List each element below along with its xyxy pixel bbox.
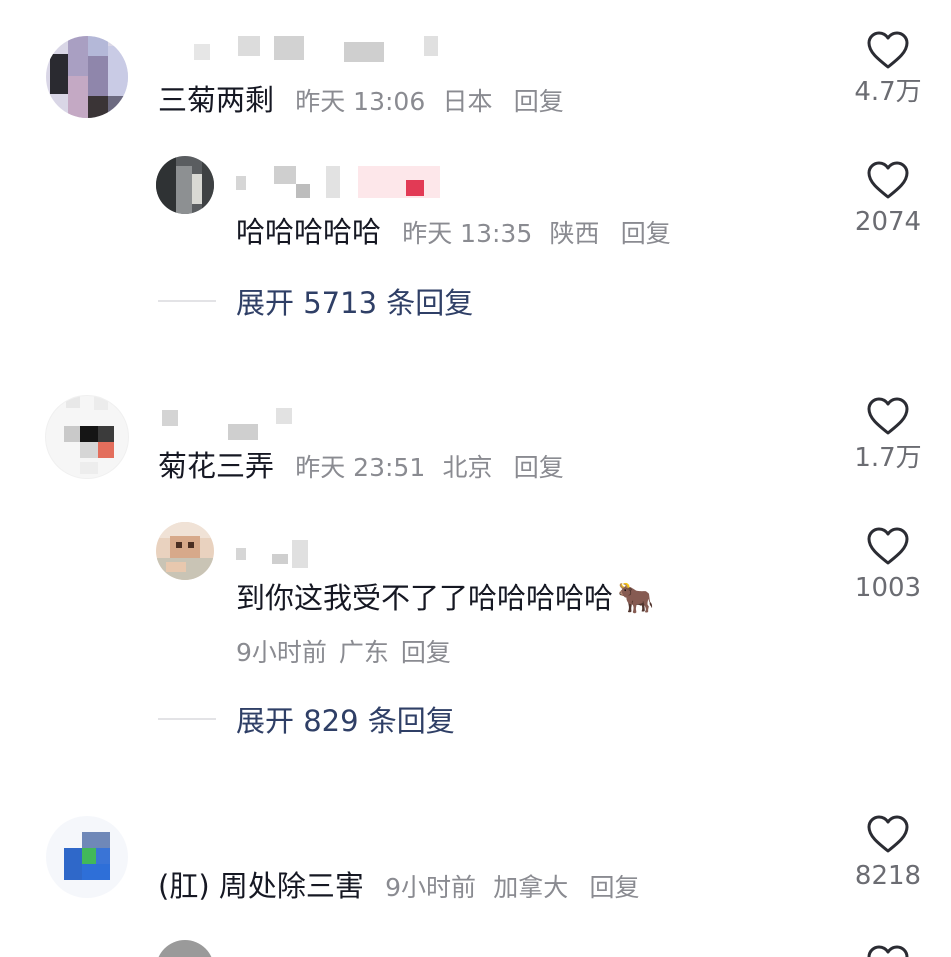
comment-location: 北京 — [442, 453, 493, 482]
avatar[interactable] — [156, 156, 214, 214]
comment-text-line[interactable]: 三菊两剩 昨天 13:06 日本 回复 — [158, 82, 564, 120]
like-button[interactable]: 4.7万 — [838, 30, 938, 108]
avatar[interactable] — [46, 36, 128, 118]
reply-button[interactable]: 回复 — [589, 873, 639, 902]
reply-time: 9小时前 — [236, 638, 327, 667]
divider — [158, 718, 216, 720]
heart-outline-icon — [867, 397, 909, 435]
heart-outline-icon — [867, 945, 909, 957]
expand-replies-button[interactable]: 展开 829 条回复 — [158, 698, 455, 738]
like-button[interactable]: 2074 — [838, 160, 938, 238]
reply-button[interactable]: 回复 — [514, 453, 564, 482]
like-button[interactable]: 8218 — [838, 814, 938, 892]
expand-replies-label: 展开 5713 条回复 — [236, 286, 474, 320]
comment-text: 菊花三弄 — [158, 449, 275, 483]
like-button[interactable]: 1.7万 — [838, 396, 938, 474]
heart-outline-icon — [867, 161, 909, 199]
comment-text-line[interactable]: (肛) 周处除三害 9小时前 加拿大 回复 — [158, 868, 639, 906]
reply-text: 哈哈哈哈哈 — [236, 215, 382, 249]
like-count: 2074 — [854, 207, 922, 237]
comment-time: 昨天 23:51 — [295, 453, 426, 482]
heart-outline-icon — [867, 31, 909, 69]
reply-text-line[interactable]: 哈哈哈哈哈 昨天 13:35 陕西 回复 — [236, 214, 671, 252]
comment-time: 昨天 13:06 — [295, 87, 426, 116]
comment-list: 三菊两剩 昨天 13:06 日本 回复 4.7万 哈哈哈哈哈 昨天 13:35 … — [0, 0, 951, 957]
reply-meta-line[interactable]: 9小时前 广东 回复 — [236, 636, 451, 670]
like-count: 4.7万 — [854, 77, 922, 107]
avatar[interactable] — [46, 816, 128, 898]
like-button[interactable]: 1003 — [838, 526, 938, 604]
expand-replies-button[interactable]: 展开 5713 条回复 — [158, 280, 473, 320]
heart-outline-icon — [867, 527, 909, 565]
comment-text: (肛) 周处除三害 — [158, 869, 364, 903]
reply-location: 陕西 — [549, 219, 600, 248]
reply-button[interactable]: 回复 — [621, 219, 671, 248]
reply-button[interactable]: 回复 — [514, 87, 564, 116]
comment-location: 日本 — [442, 87, 493, 116]
reply-text: 到你这我受不了了哈哈哈哈哈 — [236, 581, 614, 615]
ox-emoji-icon: 🐂 — [617, 581, 655, 616]
heart-outline-icon — [867, 815, 909, 853]
reply-text-line[interactable]: 到你这我受不了了哈哈哈哈哈 🐂 — [236, 580, 654, 617]
comment-location: 加拿大 — [493, 873, 569, 902]
like-count: 1003 — [854, 573, 922, 603]
divider — [158, 300, 216, 302]
like-count: 1.7万 — [854, 443, 922, 473]
comment-time: 9小时前 — [385, 873, 476, 902]
avatar[interactable] — [46, 396, 128, 478]
comment-text-line[interactable]: 菊花三弄 昨天 23:51 北京 回复 — [158, 448, 564, 486]
avatar[interactable] — [156, 522, 214, 580]
comment-text: 三菊两剩 — [158, 83, 275, 117]
reply-button[interactable]: 回复 — [401, 638, 451, 667]
avatar[interactable] — [156, 940, 214, 957]
expand-replies-label: 展开 829 条回复 — [236, 704, 455, 738]
reply-time: 昨天 13:35 — [402, 219, 533, 248]
like-count: 8218 — [854, 861, 922, 891]
reply-location: 广东 — [338, 638, 389, 667]
like-button[interactable] — [838, 944, 938, 957]
